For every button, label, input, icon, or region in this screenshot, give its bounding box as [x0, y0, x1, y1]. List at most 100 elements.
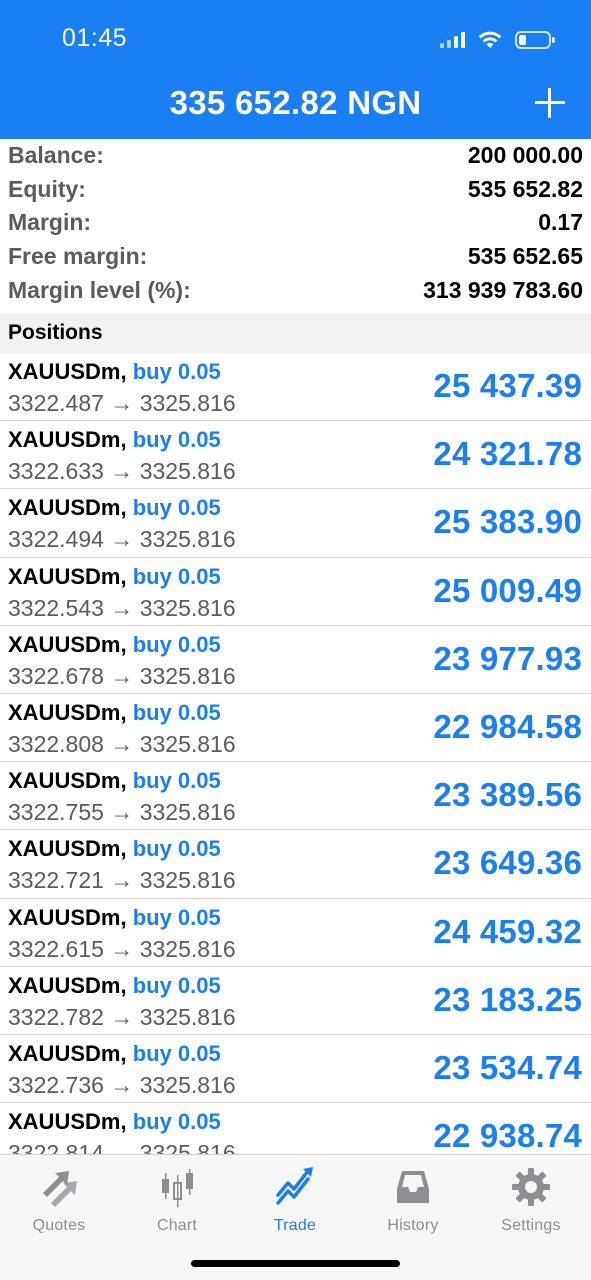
- add-order-button[interactable]: [535, 88, 565, 118]
- position-profit: 23 977.93: [433, 639, 582, 677]
- summary-row-margin: Margin: 0.17: [0, 206, 591, 240]
- position-symbol: XAUUSDm,: [8, 1040, 127, 1066]
- gear-icon: [512, 1168, 550, 1206]
- tab-label: Settings: [501, 1217, 561, 1234]
- position-prices: 3322.543 → 3325.816: [8, 594, 236, 621]
- position-side: buy 0.05: [132, 563, 221, 589]
- position-row[interactable]: XAUUSDm, buy 0.05 3322.543 → 3325.816 25…: [0, 558, 591, 626]
- position-prices: 3322.494 → 3325.816: [8, 526, 236, 553]
- summary-row-margin-level: Margin level (%): 313 939 783.60: [0, 273, 591, 307]
- battery-icon: [515, 31, 555, 49]
- trend-line-icon: [276, 1167, 313, 1205]
- position-profit: 24 459.32: [433, 912, 582, 950]
- position-prices: 3322.782 → 3325.816: [8, 1003, 236, 1030]
- tab-label: History: [387, 1217, 439, 1234]
- position-side: buy 0.05: [132, 904, 221, 930]
- summary-value: 535 652.65: [467, 243, 583, 270]
- tab-label: Chart: [156, 1217, 198, 1234]
- position-symbol: XAUUSDm,: [8, 563, 127, 589]
- position-side: buy 0.05: [132, 495, 221, 521]
- summary-label: Margin:: [8, 209, 92, 236]
- position-symbol: XAUUSDm,: [8, 768, 127, 794]
- summary-row-equity: Equity: 535 652.82: [0, 173, 591, 207]
- position-symbol: XAUUSDm,: [8, 631, 127, 657]
- position-symbol: XAUUSDm,: [8, 1109, 127, 1135]
- status-icons: [440, 28, 555, 52]
- summary-value: 313 939 783.60: [423, 276, 583, 303]
- candlestick-icon: [162, 1169, 193, 1207]
- position-profit: 24 321.78: [433, 435, 582, 473]
- position-side: buy 0.05: [132, 631, 221, 657]
- account-summary: Balance: 200 000.00 Equity: 535 652.82 M…: [0, 139, 591, 307]
- position-prices: 3322.755 → 3325.816: [8, 799, 236, 826]
- position-row[interactable]: XAUUSDm, buy 0.05 3322.494 → 3325.816 25…: [0, 489, 591, 558]
- position-symbol: XAUUSDm,: [8, 427, 127, 453]
- position-profit: 23 183.25: [433, 980, 582, 1018]
- position-profit: 23 389.56: [433, 776, 582, 814]
- inbox-tray-icon: [397, 1171, 429, 1203]
- position-symbol: XAUUSDm,: [8, 972, 127, 998]
- position-symbol: XAUUSDm,: [8, 699, 127, 725]
- tab-settings[interactable]: Settings: [472, 1163, 590, 1243]
- position-profit: 25 009.49: [433, 571, 582, 609]
- summary-label: Margin level (%):: [8, 276, 191, 303]
- position-symbol: XAUUSDm,: [8, 904, 127, 930]
- position-profit: 25 437.39: [433, 367, 582, 404]
- position-side: buy 0.05: [132, 972, 221, 998]
- position-row[interactable]: XAUUSDm, buy 0.05 3322.678 → 3325.816 23…: [0, 626, 591, 694]
- cellular-signal-icon: [440, 32, 465, 48]
- position-row[interactable]: XAUUSDm, buy 0.05 3322.633 → 3325.816 24…: [0, 421, 591, 490]
- account-equity-title: 335 652.82 NGN: [169, 84, 422, 121]
- position-row[interactable]: XAUUSDm, buy 0.05 3322.755 → 3325.816 23…: [0, 762, 591, 831]
- positions-section-header: Positions: [0, 313, 591, 353]
- tab-label: Quotes: [32, 1217, 86, 1234]
- position-profit: 23 534.74: [433, 1048, 582, 1086]
- position-row[interactable]: XAUUSDm, buy 0.05 3322.814 → 3325.816 22…: [0, 1103, 591, 1154]
- summary-label: Balance:: [8, 142, 104, 169]
- tab-label: Trade: [273, 1217, 317, 1234]
- position-prices: 3322.736 → 3325.816: [8, 1071, 236, 1098]
- position-side: buy 0.05: [132, 768, 221, 794]
- position-profit: 22 984.58: [433, 707, 582, 745]
- position-prices: 3322.633 → 3325.816: [8, 458, 236, 485]
- position-profit: 22 938.74: [433, 1117, 582, 1154]
- position-side: buy 0.05: [132, 359, 221, 384]
- position-side: buy 0.05: [132, 836, 221, 862]
- status-time: 01:45: [62, 24, 128, 52]
- position-prices: 3322.808 → 3325.816: [8, 730, 236, 757]
- position-prices: 3322.615 → 3325.816: [8, 935, 236, 962]
- position-row[interactable]: XAUUSDm, buy 0.05 3322.782 → 3325.816 23…: [0, 967, 591, 1035]
- position-side: buy 0.05: [132, 699, 221, 725]
- tab-quotes[interactable]: Quotes: [0, 1163, 118, 1243]
- summary-row-balance: Balance: 200 000.00: [0, 139, 591, 173]
- home-indicator: [191, 1260, 400, 1267]
- summary-value: 0.17: [538, 209, 583, 236]
- position-profit: 23 649.36: [433, 844, 582, 882]
- summary-value: 535 652.82: [467, 175, 583, 202]
- position-side: buy 0.05: [132, 1040, 221, 1066]
- position-prices: 3322.814 → 3325.816: [8, 1140, 236, 1154]
- wifi-icon: [478, 31, 502, 48]
- position-prices: 3322.721 → 3325.816: [8, 867, 236, 894]
- summary-label: Free margin:: [8, 243, 148, 270]
- position-row[interactable]: XAUUSDm, buy 0.05 3322.736 → 3325.816 23…: [0, 1035, 591, 1104]
- position-row[interactable]: XAUUSDm, buy 0.05 3322.721 → 3325.816 23…: [0, 830, 591, 899]
- positions-list[interactable]: XAUUSDm, buy 0.05 3322.487 → 3325.816 25…: [0, 353, 591, 1154]
- position-symbol: XAUUSDm,: [8, 495, 127, 521]
- position-row[interactable]: XAUUSDm, buy 0.05 3322.808 → 3325.816 22…: [0, 694, 591, 763]
- position-symbol: XAUUSDm,: [8, 359, 127, 384]
- summary-value: 200 000.00: [467, 142, 583, 169]
- position-profit: 25 383.90: [433, 503, 582, 541]
- top-bar: 01:45 335 652.82 NGN: [0, 0, 591, 139]
- position-row[interactable]: XAUUSDm, buy 0.05 3322.615 → 3325.816 24…: [0, 899, 591, 967]
- position-prices: 3322.678 → 3325.816: [8, 662, 236, 689]
- summary-label: Equity:: [8, 175, 86, 202]
- tab-chart[interactable]: Chart: [118, 1163, 236, 1243]
- quotes-arrows-icon: [43, 1171, 77, 1207]
- position-prices: 3322.487 → 3325.816: [8, 390, 236, 416]
- position-row[interactable]: XAUUSDm, buy 0.05 3322.487 → 3325.816 25…: [0, 353, 591, 422]
- position-symbol: XAUUSDm,: [8, 836, 127, 862]
- tab-trade[interactable]: Trade: [236, 1163, 354, 1243]
- tab-history[interactable]: History: [354, 1163, 472, 1243]
- position-side: buy 0.05: [132, 427, 221, 453]
